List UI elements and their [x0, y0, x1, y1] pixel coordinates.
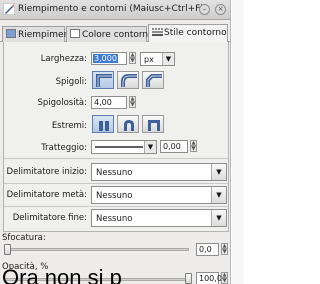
cap-label: Estremi: [51, 121, 87, 131]
paintbrush-icon [3, 3, 15, 15]
canvas-text: Ora non si p [2, 265, 122, 284]
chevron-down-icon: ▼ [211, 210, 226, 226]
opacity-spinner[interactable]: ▲ ▼ [221, 272, 228, 284]
start-marker-select[interactable]: Nessuno ▼ [91, 163, 227, 181]
cap-round-button[interactable] [117, 115, 139, 133]
dash-label: Tratteggio: [41, 143, 87, 153]
tab-fill[interactable]: Riempimento [2, 26, 78, 42]
join-round-icon [121, 74, 137, 87]
join-label: Spigoli: [55, 77, 87, 87]
divider [4, 158, 228, 159]
join-miter-button[interactable] [92, 71, 114, 89]
width-spinner[interactable]: ▲ ▼ [129, 52, 136, 65]
mid-marker-label: Delimitatore metà: [6, 190, 87, 200]
chevron-down-icon: ▼ [211, 187, 226, 203]
tab-stroke-paint[interactable]: Colore contorno [66, 26, 154, 42]
join-bevel-icon [146, 74, 162, 87]
blur-slider-track[interactable] [4, 248, 189, 251]
width-label: Larghezza: [40, 54, 87, 64]
opacity-input[interactable]: 100,0 [196, 272, 222, 284]
dialog-title: Riempimento e contorni (Maiusc+Ctrl+F) [18, 4, 204, 14]
chevron-down-icon: ▼ [211, 164, 226, 180]
dialog-titlebar[interactable]: Riempimento e contorni (Maiusc+Ctrl+F) –… [0, 0, 230, 20]
blur-slider-thumb[interactable] [4, 244, 11, 255]
end-marker-label: Delimitatore fine: [12, 213, 87, 223]
start-marker-label: Delimitatore inizio: [6, 167, 87, 177]
cap-square-icon [148, 120, 160, 131]
mid-marker-select[interactable]: Nessuno ▼ [91, 186, 227, 204]
fill-icon [6, 29, 16, 38]
opacity-slider-thumb[interactable] [185, 273, 192, 284]
fill-and-stroke-dialog: Riempimento e contorni (Maiusc+Ctrl+F) –… [0, 0, 231, 284]
join-miter-icon [96, 74, 112, 87]
dash-offset-input[interactable]: 0,00 [160, 140, 188, 153]
miter-limit-spinner[interactable]: ▲ ▼ [129, 96, 136, 109]
join-round-button[interactable] [117, 71, 139, 89]
chevron-down-icon: ▼ [144, 141, 156, 153]
width-input[interactable]: 3,000 [91, 52, 127, 65]
blur-spinner[interactable]: ▲ ▼ [221, 243, 228, 256]
divider [4, 183, 228, 184]
miter-limit-label: Spigolosità: [37, 98, 87, 108]
side-toolbar [232, 0, 243, 284]
join-bevel-button[interactable] [142, 71, 164, 89]
solid-line-icon [95, 146, 143, 148]
miter-limit-input[interactable]: 4,00 [91, 96, 127, 109]
stroke-style-icon [152, 28, 163, 36]
cap-round-icon [124, 120, 134, 131]
cap-butt-icon [99, 121, 109, 131]
tab-stroke-style[interactable]: Stile contorno [148, 24, 228, 43]
cap-square-button[interactable] [142, 115, 164, 133]
blur-label: Sfocatura: [2, 233, 46, 243]
blur-input[interactable]: 0,0 [196, 243, 219, 256]
minimize-icon[interactable]: – [199, 4, 210, 15]
tab-bar: Riempimento Colore contorno Stile contor… [0, 22, 230, 43]
close-icon[interactable]: × [215, 4, 226, 15]
divider [4, 206, 228, 207]
end-marker-select[interactable]: Nessuno ▼ [91, 209, 227, 227]
stroke-style-panel: Larghezza: 3,000 ▲ ▼ px ▼ Spigoli: Spigol… [3, 42, 229, 232]
cap-butt-button[interactable] [92, 115, 114, 133]
chevron-down-icon: ▼ [162, 53, 174, 65]
unit-dropdown[interactable]: px ▼ [140, 52, 175, 66]
dash-pattern-dropdown[interactable]: ▼ [91, 140, 157, 154]
stroke-paint-icon [70, 29, 80, 38]
dash-offset-spinner[interactable]: ▲ ▼ [190, 140, 197, 153]
